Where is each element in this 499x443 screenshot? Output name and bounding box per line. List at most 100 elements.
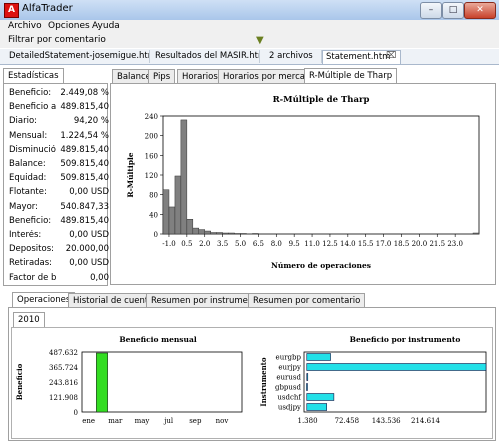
y-tick-label: 0: [154, 231, 158, 239]
x-tick-label: 2.0: [199, 240, 210, 248]
stat-value: 509.815,40: [60, 173, 109, 184]
x-tick-label: -1.0: [162, 240, 176, 248]
close-button[interactable]: ✕: [464, 2, 496, 19]
minimize-button[interactable]: –: [420, 2, 442, 19]
doc-tab-statement-label: Statement.htm: [326, 52, 391, 62]
filter-bar: Filtrar por comentario ▼: [0, 34, 499, 48]
stat-row: Factor de b 0,00: [9, 273, 109, 285]
tab-operaciones[interactable]: Operaciones: [12, 292, 76, 308]
x-tick-label: mar: [108, 417, 123, 425]
stat-label: Equidad:: [9, 173, 47, 184]
stat-row: Beneficio a 489.815,40: [9, 102, 109, 114]
y-axis-label: Instrumento: [259, 357, 268, 406]
maximize-button[interactable]: □: [442, 2, 464, 19]
menu-archivo[interactable]: Archivo: [8, 21, 42, 31]
stat-value: 2.449,08 %: [60, 88, 109, 98]
x-tick-label: 72.458: [335, 417, 360, 425]
stat-value: 0,00 USD: [69, 187, 109, 198]
x-tick-label: 21.5: [429, 240, 445, 248]
category-label: eurjpy: [278, 364, 301, 372]
stat-row: Disminució 489.815,40: [9, 145, 109, 157]
x-tick-label: 0.5: [181, 240, 192, 248]
instrument-bar: [306, 363, 487, 371]
x-tick-label: sep: [189, 417, 202, 425]
doc-tab-detailed-statement[interactable]: DetailedStatement-josemigue.htm: [6, 50, 150, 63]
tab-resumen-comentario[interactable]: Resumen por comentario: [248, 293, 366, 308]
tab-horarios[interactable]: Horarios: [177, 69, 223, 84]
stats-panel: Beneficio: 2.449,08 % Beneficio a 489.815,4…: [3, 83, 109, 286]
title-bar: A AlfaTrader – □ ✕: [0, 0, 499, 21]
stat-label: Flotante:: [9, 187, 47, 198]
x-tick-label: 1.380: [298, 417, 318, 425]
doc-tab-close-icon[interactable]: ⌧: [386, 51, 396, 61]
histogram-bar: [174, 175, 182, 235]
stat-row: Retiradas: 0,00 USD: [9, 258, 109, 270]
stat-value: 94,20 %: [73, 116, 109, 127]
menu-bar: Archivo Opciones Ayuda: [0, 20, 499, 34]
x-axis-label: Número de operaciones: [271, 261, 371, 270]
menu-ayuda[interactable]: Ayuda: [92, 21, 120, 31]
doc-tab-2-archivos[interactable]: 2 archivos: [266, 50, 322, 63]
histogram-bar: [186, 219, 194, 235]
app-icon: A: [4, 3, 19, 18]
stat-label: Beneficio:: [9, 88, 52, 98]
doc-tab-resultados-masir[interactable]: Resultados del MASIR.htm: [152, 50, 260, 63]
histogram-bar: [216, 232, 223, 235]
x-tick-label: 23.0: [447, 240, 463, 248]
tab-year-2010[interactable]: 2010: [13, 312, 45, 328]
x-tick-label: 143.536: [372, 417, 401, 425]
stat-value: 489.815,40: [60, 144, 109, 155]
stat-row: Depositos: 20.000,00: [9, 244, 109, 256]
x-tick-label: 12.5: [322, 240, 338, 248]
histogram-bar: [222, 232, 229, 235]
operaciones-panel: 2010 Beneficio mensual 487.632 365.724 243.…: [8, 307, 496, 441]
tab-pips[interactable]: Pips: [148, 69, 176, 84]
category-label: eurusd: [276, 374, 301, 382]
tab-estadisticas[interactable]: Estadísticas: [3, 68, 64, 84]
stat-label: Balance:: [9, 159, 46, 169]
y-axis-label: Beneficio: [15, 363, 24, 400]
x-tick-label: 8.0: [271, 240, 282, 248]
stat-row: Balance: 509.815,40: [9, 159, 109, 171]
stat-label: Disminució: [9, 144, 56, 155]
stat-label: Depositos:: [9, 244, 54, 255]
stat-value: 0,00 USD: [69, 258, 109, 269]
stat-row: Beneficio: 489.815,40: [9, 216, 109, 228]
category-label: eurgbp: [276, 354, 302, 362]
r-multiple-chart: R-Múltiple de Tharp 240 200 160 120 80 40 0 -1.0…: [126, 94, 480, 270]
instrument-bar: [306, 353, 331, 361]
instrument-bar: [306, 393, 335, 401]
stat-value: 20.000,00: [65, 244, 109, 255]
window-title: AlfaTrader: [22, 3, 73, 14]
histogram-bar: [472, 232, 480, 235]
x-tick-label: 14.0: [340, 240, 356, 248]
stat-value: 0,00 USD: [69, 230, 109, 240]
x-tick-label: jul: [163, 417, 174, 425]
x-tick-label: 17.0: [376, 240, 392, 248]
x-tick-label: 6.5: [253, 240, 264, 248]
chart-title: R-Múltiple de Tharp: [273, 94, 370, 105]
stat-value: 540.847,33: [60, 201, 109, 212]
x-tick-label: 11.0: [304, 240, 320, 248]
x-tick-label: 9.5: [289, 240, 300, 248]
histogram-bar: [204, 230, 211, 235]
stat-value: 0,00: [90, 272, 109, 283]
instrument-bar: [306, 403, 327, 411]
x-tick-label: 20.0: [412, 240, 428, 248]
menu-opciones[interactable]: Opciones: [48, 21, 90, 31]
filter-funnel-icon[interactable]: ▼: [256, 35, 264, 46]
stat-label: Retiradas:: [9, 258, 53, 269]
stat-value: 1.224,54 %: [60, 130, 109, 141]
instrument-profit-chart: Beneficio por instrumento eurgbp eurjpy eur…: [259, 335, 487, 425]
x-tick-label: 3.5: [217, 240, 228, 248]
tab-r-multiple-tharp[interactable]: R-Múltiple de Tharp: [304, 68, 398, 84]
filter-label[interactable]: Filtrar por comentario: [8, 35, 106, 45]
category-label: gbpusd: [275, 384, 302, 392]
r-multiple-chart-panel: R-Múltiple de Tharp 240 200 160 120 80 40 0 -1.0…: [110, 83, 496, 285]
stat-label: Beneficio a: [9, 102, 57, 113]
histogram-bar: [180, 119, 188, 235]
x-tick-label: 214.614: [411, 417, 440, 425]
histogram-bar: [198, 229, 205, 235]
stat-value: 489.815,40: [60, 215, 109, 226]
y-tick-label: 240: [145, 113, 158, 121]
